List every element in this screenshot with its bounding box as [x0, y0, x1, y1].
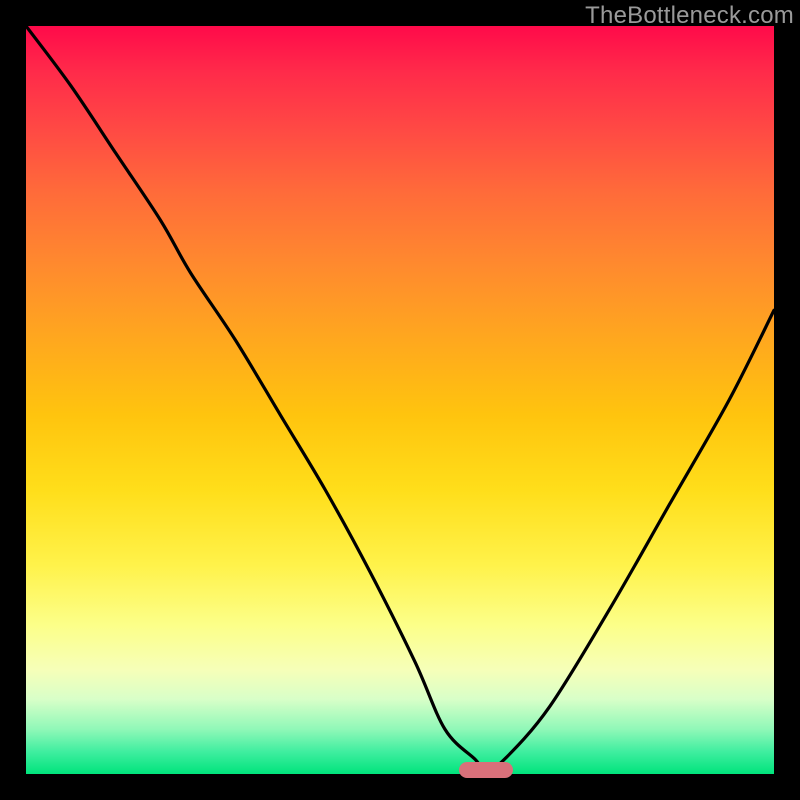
watermark-text: TheBottleneck.com: [585, 2, 794, 30]
plot-frame: [26, 26, 774, 774]
optimal-point-marker: [459, 762, 513, 778]
heat-gradient-background: [26, 26, 774, 774]
